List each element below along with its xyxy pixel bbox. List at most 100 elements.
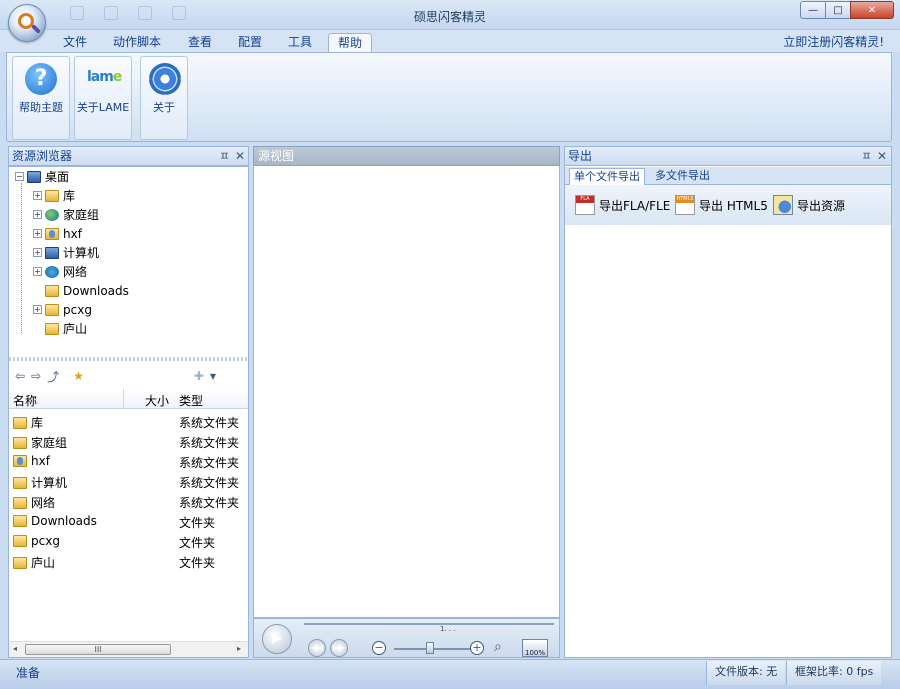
close-button[interactable]: ✕	[850, 1, 894, 19]
tree-item-pcxg[interactable]: + pcxg	[33, 300, 92, 319]
title-bar: 硕思闪客精灵 — □ ✕	[0, 0, 900, 42]
tab-view[interactable]: 查看	[180, 33, 220, 52]
help-icon: ?	[25, 63, 57, 95]
tree-item-lushan[interactable]: 庐山	[33, 319, 87, 338]
maximize-button[interactable]: □	[825, 1, 851, 19]
tab-file[interactable]: 文件	[54, 33, 96, 52]
tab-single-file-export[interactable]: 单个文件导出	[569, 168, 645, 185]
fast-forward-button[interactable]: ▶▶	[330, 639, 348, 657]
tree-item-hxf[interactable]: + hxf	[33, 224, 82, 243]
zoom-out-button[interactable]: −	[372, 641, 386, 655]
column-name[interactable]: 名称	[13, 392, 37, 409]
panel-splitter[interactable]	[9, 357, 248, 361]
scroll-thumb[interactable]: III	[25, 644, 171, 655]
forward-arrow-icon[interactable]: ⇨	[31, 369, 41, 383]
list-item[interactable]: 库 系统文件夹	[9, 411, 248, 431]
computer-icon	[13, 476, 27, 489]
source-view-canvas[interactable]	[253, 166, 560, 618]
timeline-tick-label: 1. . .	[440, 625, 456, 633]
about-lame-button[interactable]: lame 关于LAME	[74, 56, 132, 140]
gear-icon	[149, 63, 181, 95]
list-item[interactable]: pcxg 文件夹	[9, 531, 248, 551]
about-button[interactable]: 关于	[140, 56, 188, 140]
pin-icon[interactable]: ㅍ	[861, 147, 872, 166]
tree-item-library[interactable]: + 库	[33, 186, 75, 205]
homegroup-icon	[13, 436, 27, 449]
list-item[interactable]: Downloads 文件夹	[9, 511, 248, 531]
folder-tree: − 桌面 + 库 + 家庭组 + hxf + 计算机 + 网络 Download…	[9, 167, 248, 357]
source-view-header: 源视图	[253, 146, 560, 166]
resource-browser-title: 资源浏览器	[12, 149, 73, 163]
library-icon	[45, 189, 59, 202]
folder-icon	[13, 515, 27, 527]
zoom-in-button[interactable]: +	[470, 641, 484, 655]
help-topics-label: 帮助主题	[19, 101, 63, 114]
export-html5-button[interactable]: 导出 HTML5	[675, 195, 768, 215]
zoom-slider-handle[interactable]	[426, 642, 434, 654]
resource-browser-header: 资源浏览器 ㅍ ✕	[8, 146, 249, 166]
expand-icon[interactable]: +	[33, 210, 42, 219]
list-item[interactable]: 计算机 系统文件夹	[9, 471, 248, 491]
tab-help[interactable]: 帮助	[328, 33, 372, 52]
network-icon	[45, 265, 59, 278]
tab-config[interactable]: 配置	[230, 33, 270, 52]
zoom-slider-track[interactable]	[394, 648, 474, 650]
play-button[interactable]: ▶	[262, 624, 292, 654]
file-version-status: 文件版本: 无	[706, 661, 786, 685]
tree-item-label: 庐山	[63, 322, 88, 336]
expand-icon[interactable]: +	[33, 229, 42, 238]
up-folder-icon[interactable]: ⤴	[47, 368, 59, 385]
fla-file-icon	[575, 195, 595, 215]
list-item[interactable]: hxf 系统文件夹	[9, 451, 248, 471]
rewind-button[interactable]: ◀◀	[308, 639, 326, 657]
collapse-icon[interactable]: −	[15, 172, 24, 181]
expand-icon[interactable]: +	[33, 305, 42, 314]
back-arrow-icon[interactable]: ⇦	[15, 369, 25, 383]
register-link[interactable]: 立即注册闪客精灵!	[783, 33, 884, 50]
column-type[interactable]: 类型	[179, 392, 203, 409]
user-folder-icon	[13, 455, 27, 467]
tab-tools[interactable]: 工具	[280, 33, 320, 52]
close-icon[interactable]: ✕	[235, 147, 245, 166]
column-size[interactable]: 大小	[145, 392, 169, 409]
zoom-hand-icon[interactable]: ⌕	[494, 639, 502, 655]
folder-icon	[13, 535, 27, 547]
close-icon[interactable]: ✕	[877, 147, 887, 166]
export-fla-button[interactable]: 导出FLA/FLE	[575, 195, 670, 215]
playback-timeline: 1. . . ▶ ◀◀ ▶▶ − + ⌕ 100%	[253, 618, 560, 658]
scroll-right-icon[interactable]: ▸	[237, 644, 241, 653]
favorite-star-icon[interactable]: ★	[73, 369, 84, 383]
help-topics-button[interactable]: ? 帮助主题	[12, 56, 70, 140]
pin-icon[interactable]: ㅍ	[219, 147, 230, 166]
about-lame-label: 关于LAME	[76, 101, 130, 114]
scroll-left-icon[interactable]: ◂	[13, 644, 17, 653]
timeline-track[interactable]	[304, 623, 554, 625]
tree-item-downloads[interactable]: Downloads	[33, 281, 129, 300]
tree-item-network[interactable]: + 网络	[33, 262, 87, 281]
chevron-down-icon[interactable]: ▾	[210, 369, 216, 383]
zoom-100-button[interactable]: 100%	[522, 639, 548, 657]
expand-icon[interactable]: +	[33, 248, 42, 257]
tree-item-label: 家庭组	[63, 208, 100, 222]
list-item[interactable]: 庐山 文件夹	[9, 551, 248, 571]
expand-icon[interactable]: +	[33, 267, 42, 276]
tree-item-homegroup[interactable]: + 家庭组	[33, 205, 99, 224]
minimize-button[interactable]: —	[800, 1, 826, 19]
ribbon-tab-row: 文件 动作脚本 查看 配置 工具 帮助 立即注册闪客精灵!	[0, 30, 900, 52]
export-resources-button[interactable]: 导出资源	[773, 195, 845, 215]
tab-multi-file-export[interactable]: 多文件导出	[651, 168, 714, 185]
tree-item-computer[interactable]: + 计算机	[33, 243, 99, 262]
folder-icon	[45, 322, 59, 335]
tree-item-desktop[interactable]: − 桌面	[15, 167, 69, 186]
add-icon[interactable]: ✚	[194, 369, 204, 383]
network-icon	[13, 496, 27, 509]
list-item[interactable]: 家庭组 系统文件夹	[9, 431, 248, 451]
resource-browser-panel: − 桌面 + 库 + 家庭组 + hxf + 计算机 + 网络 Download…	[8, 166, 249, 658]
ribbon-panel: ? 帮助主题 lame 关于LAME 关于	[6, 52, 892, 142]
html5-file-icon	[675, 195, 695, 215]
list-item[interactable]: 网络 系统文件夹	[9, 491, 248, 511]
tab-actionscript[interactable]: 动作脚本	[108, 33, 166, 52]
expand-icon[interactable]: +	[33, 191, 42, 200]
horizontal-scrollbar[interactable]: ◂ III ▸	[9, 641, 248, 657]
application-menu-button[interactable]	[8, 4, 46, 42]
